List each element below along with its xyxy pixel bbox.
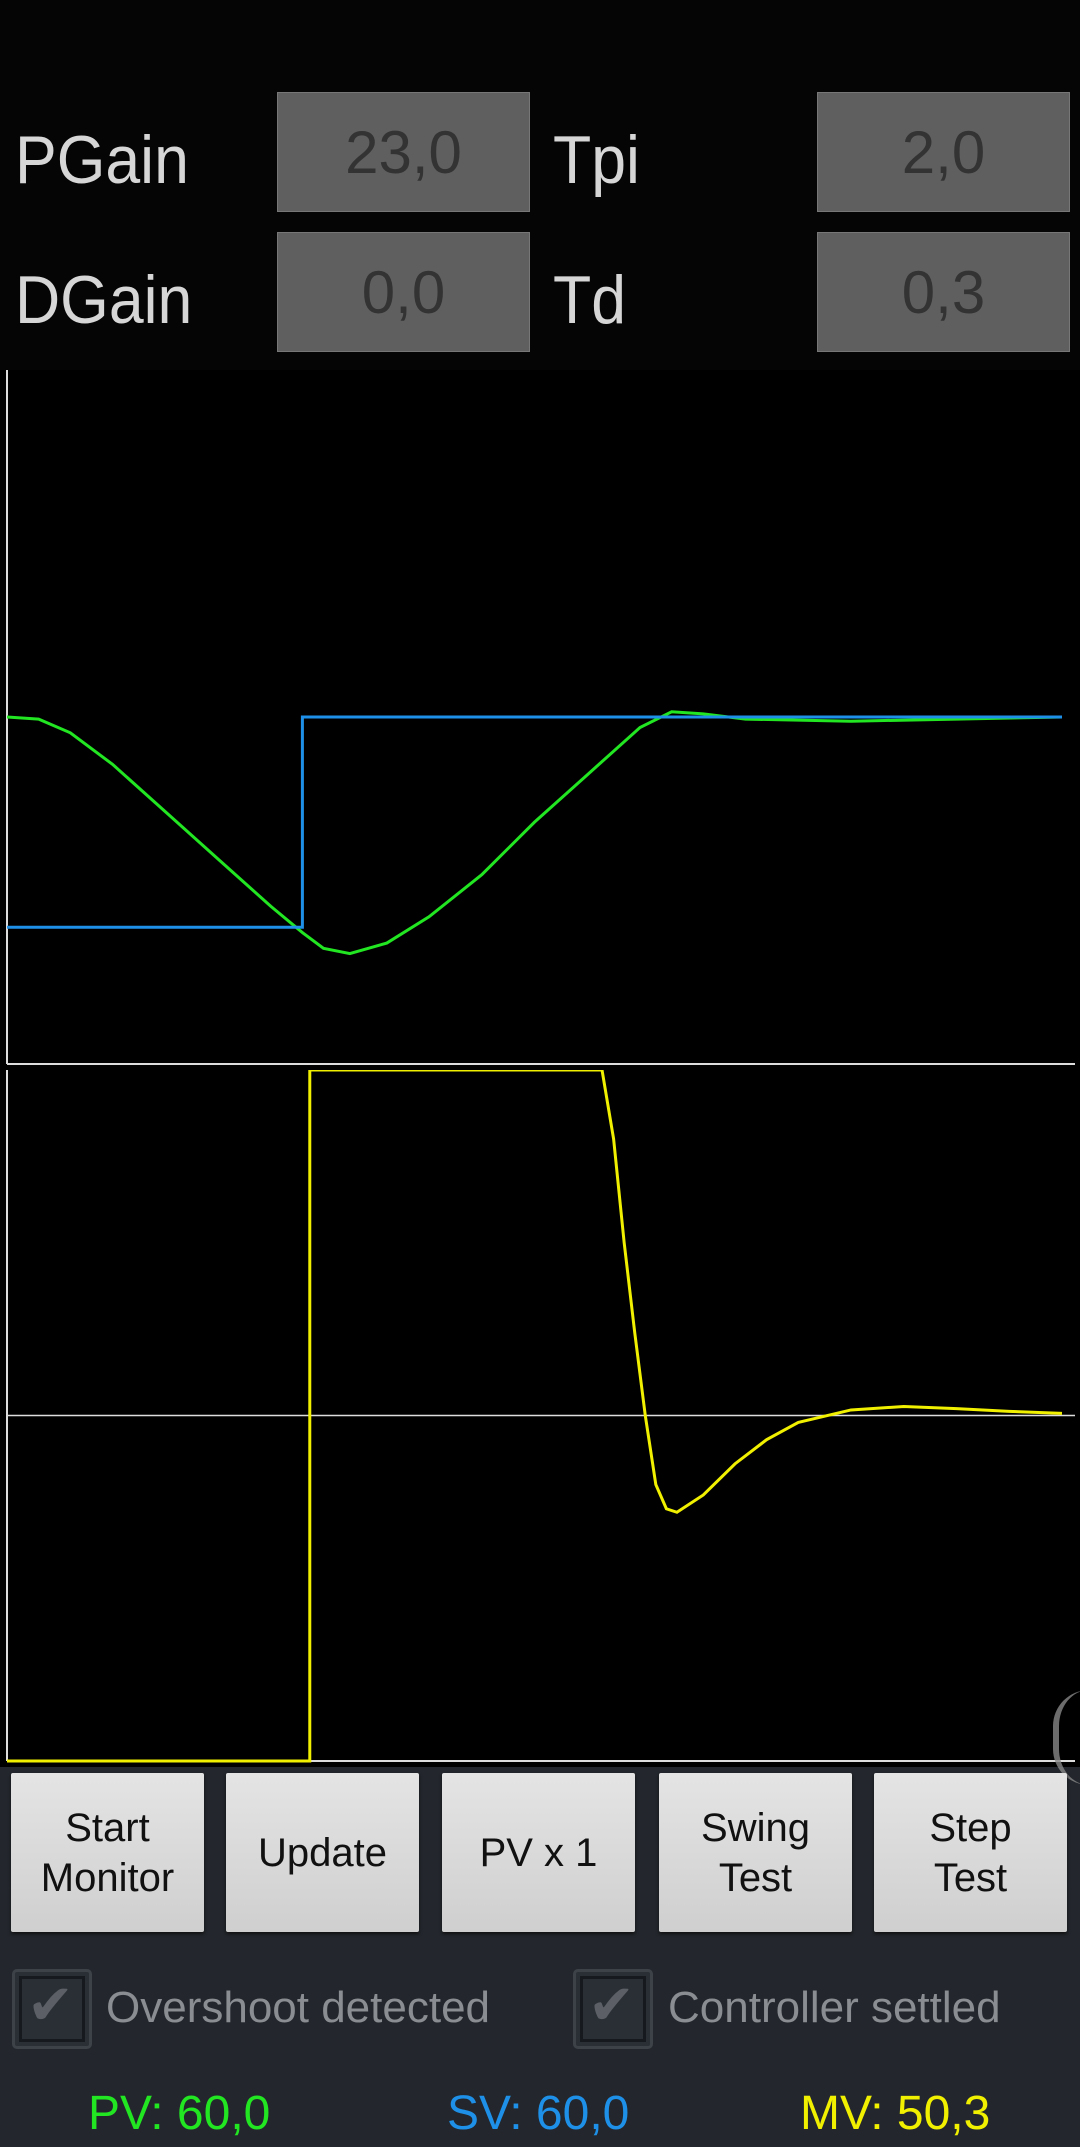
tpi-input[interactable]: 2,0 [817,92,1070,212]
dgain-input[interactable]: 0,0 [277,232,530,352]
step-test-button[interactable]: Step Test [874,1773,1067,1932]
pgain-label: PGain [15,122,189,198]
start-monitor-button[interactable]: Start Monitor [11,1773,204,1932]
pv-sv-chart [0,370,1080,1070]
swing-test-button[interactable]: Swing Test [659,1773,852,1932]
pv-readout: PV: 60,0 [88,2087,271,2140]
settled-label: Controller settled [668,1983,1001,2032]
series-line-0 [6,710,1063,956]
pv-scale-button[interactable]: PV x 1 [442,1773,635,1932]
settled-checkbox[interactable]: ✔ [573,1969,653,2049]
td-input[interactable]: 0,3 [817,232,1070,352]
dgain-label: DGain [15,262,193,338]
check-icon: ✔ [588,1973,635,2036]
td-label: Td [553,262,627,338]
check-icon: ✔ [27,1973,74,2036]
update-button[interactable]: Update [226,1773,419,1932]
mv-readout: MV: 50,3 [800,2087,991,2140]
parameter-panel: PGain 23,0 Tpi 2,0 DGain 0,0 Td 0,3 [0,0,1080,370]
sv-readout: SV: 60,0 [447,2087,630,2140]
overshoot-label: Overshoot detected [106,1983,491,2032]
pgain-input[interactable]: 23,0 [277,92,530,212]
tpi-label: Tpi [553,122,640,198]
overshoot-checkbox[interactable]: ✔ [12,1969,92,2049]
mv-chart [0,1070,1080,1767]
